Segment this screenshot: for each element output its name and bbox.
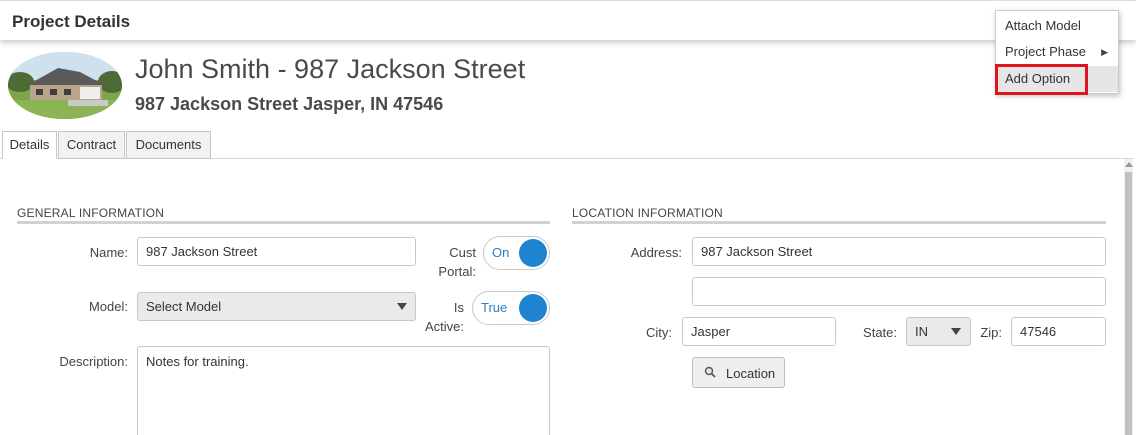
actions-menu: Attach Model Project Phase ▶ Add Option	[995, 10, 1119, 94]
menu-item-label: Project Phase	[1005, 44, 1086, 59]
scrollbar-thumb[interactable]	[1125, 172, 1132, 435]
menu-item-add-option[interactable]: Add Option	[996, 66, 1118, 92]
cust-portal-toggle-value: On	[492, 245, 510, 260]
toggle-knob	[519, 294, 547, 322]
description-textarea[interactable]: Notes for training.	[137, 346, 550, 435]
model-label: Model:	[88, 299, 128, 314]
cust-portal-label-line1: Cust	[449, 245, 476, 260]
is-active-toggle[interactable]: True	[472, 291, 550, 325]
section-divider	[572, 221, 1106, 224]
page-title: Project Details	[12, 12, 131, 31]
state-select-value: IN	[915, 324, 928, 339]
model-select-value: Select Model	[146, 299, 222, 314]
zip-input[interactable]: 47546	[1011, 317, 1106, 346]
magnifier-icon	[704, 366, 716, 378]
project-title: John Smith - 987 Jackson Street	[135, 54, 526, 84]
address-label: Address:	[630, 245, 682, 260]
general-section-title: GENERAL INFORMATION	[17, 206, 165, 220]
tab-details[interactable]: Details	[2, 131, 57, 159]
menu-item-attach-model[interactable]: Attach Model	[996, 13, 1118, 39]
state-select[interactable]: IN	[906, 317, 971, 346]
tab-documents[interactable]: Documents	[126, 131, 211, 159]
address-line1-input[interactable]: 987 Jackson Street	[692, 237, 1106, 266]
page-header: Project Details	[0, 0, 1136, 40]
is-active-label-line2: Active:	[424, 319, 464, 334]
is-active-toggle-value: True	[481, 300, 508, 315]
cust-portal-label-line2: Portal:	[438, 264, 476, 279]
section-divider	[17, 221, 550, 224]
cust-portal-toggle[interactable]: On	[483, 236, 550, 270]
name-input[interactable]: 987 Jackson Street	[137, 237, 416, 266]
description-label: Description:	[59, 354, 128, 369]
house-photo-icon	[8, 52, 122, 119]
tab-contract[interactable]: Contract	[58, 131, 125, 159]
submenu-arrow-icon: ▶	[1101, 47, 1108, 57]
model-select[interactable]: Select Model	[137, 292, 416, 321]
project-address: 987 Jackson Street Jasper, IN 47546	[135, 94, 444, 114]
location-button-label: Location	[726, 366, 776, 381]
chevron-down-icon	[397, 303, 407, 310]
address-line2-input[interactable]	[692, 277, 1106, 306]
zip-label: Zip:	[980, 325, 1002, 340]
menu-item-project-phase[interactable]: Project Phase ▶	[996, 39, 1118, 65]
state-label: State:	[863, 325, 897, 340]
name-label: Name:	[89, 245, 128, 260]
scroll-up-icon[interactable]	[1125, 162, 1133, 167]
city-input[interactable]: Jasper	[682, 317, 836, 346]
chevron-down-icon	[951, 328, 961, 335]
is-active-label-line1: Is	[453, 300, 464, 315]
location-button[interactable]: Location	[692, 357, 785, 388]
location-section-title: LOCATION INFORMATION	[572, 206, 723, 220]
city-label: City:	[646, 325, 672, 340]
toggle-knob	[519, 239, 547, 267]
